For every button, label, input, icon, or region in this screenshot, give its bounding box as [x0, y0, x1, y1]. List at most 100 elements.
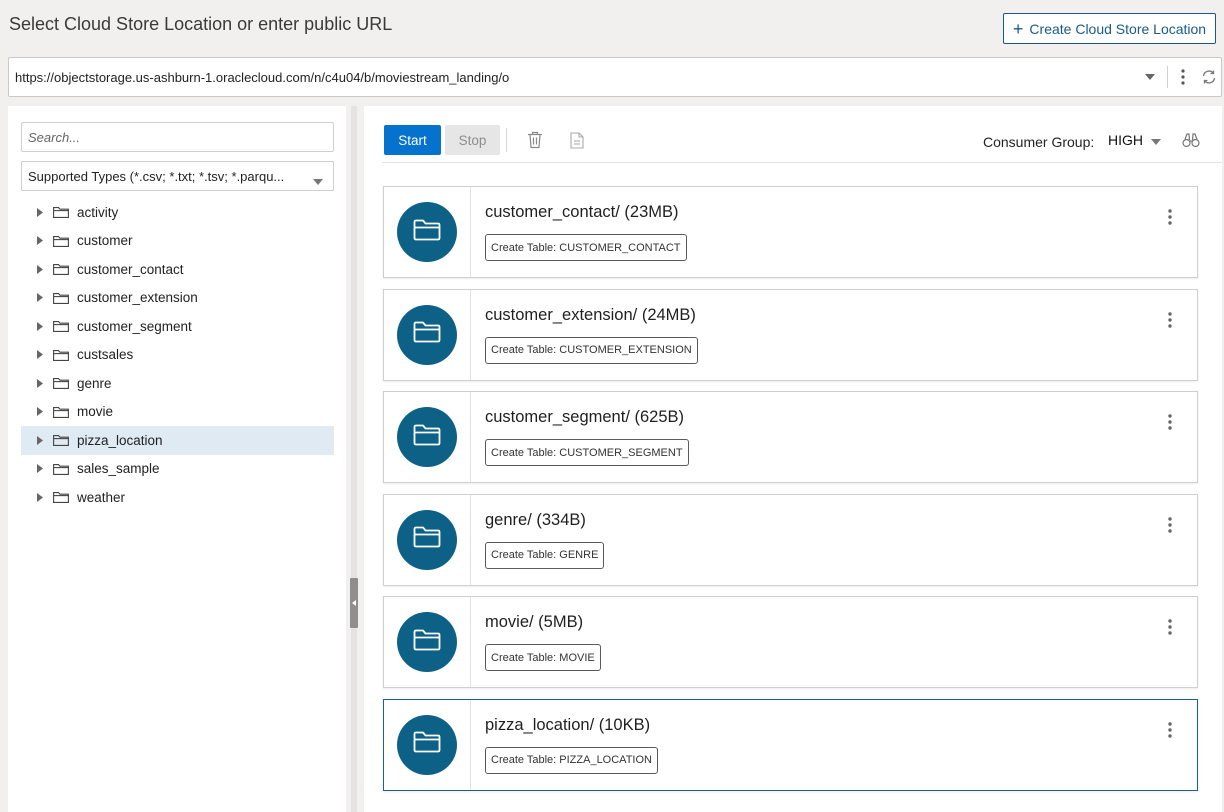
splitter-handle[interactable]: [350, 578, 358, 628]
folder-icon: [53, 206, 71, 219]
toolbar-divider-line: [382, 162, 1222, 163]
card-avatar-zone: [384, 187, 471, 277]
card-avatar-zone: [384, 392, 471, 482]
card-avatar-zone: [384, 289, 471, 380]
folder-icon: [53, 463, 71, 475]
create-table-button[interactable]: Create Table: MOVIE: [485, 644, 601, 671]
page-title: Select Cloud Store Location or enter pub…: [9, 14, 393, 34]
folder-avatar: [397, 714, 457, 775]
tree-item[interactable]: activity: [21, 198, 334, 227]
folder-card[interactable]: customer_contact/ (23MB) Create Table: CU…: [383, 186, 1198, 278]
create-table-button[interactable]: Create Table: CUSTOMER_EXTENSION: [485, 336, 698, 364]
tree-item-label: pizza_location: [77, 432, 163, 448]
folder-icon: [53, 349, 71, 361]
folder-icon: [413, 424, 441, 451]
folder-icon: [413, 321, 441, 348]
supported-types-select[interactable]: Supported Types (*.csv; *.txt; *.tsv; *.…: [21, 161, 334, 191]
chevron-down-icon: [1151, 132, 1161, 148]
left-panel: Supported Types (*.csv; *.txt; *.tsv; *.…: [8, 106, 346, 812]
card-avatar-zone: [384, 597, 471, 687]
folder-avatar: [397, 612, 457, 672]
tree-item[interactable]: weather: [21, 483, 334, 512]
folder-icon: [53, 406, 71, 418]
folder-icon: [53, 377, 71, 390]
create-button-label: Create Cloud Store Location: [1029, 20, 1207, 37]
plus-icon: +: [1012, 18, 1024, 39]
tree-item-label: customer_segment: [77, 318, 192, 334]
folder-avatar: [397, 407, 457, 467]
document-icon[interactable]: [570, 132, 584, 149]
folder-icon: [53, 235, 71, 247]
right-panel: Start Stop Consumer Group: HIGH customer…: [364, 106, 1222, 812]
tree-item-label: custsales: [77, 347, 134, 363]
tree-item-label: customer_extension: [77, 290, 198, 306]
card-title: customer_segment/ (625B): [485, 408, 685, 426]
folder-icon: [53, 320, 71, 333]
url-bar: [8, 57, 1222, 97]
tree-item-label: movie: [77, 404, 114, 420]
start-button[interactable]: Start: [384, 125, 441, 155]
card-title: customer_contact/ (23MB): [485, 203, 679, 221]
tree-item-label: activity: [77, 204, 119, 220]
folder-avatar: [397, 202, 457, 262]
refresh-icon[interactable]: [1200, 68, 1218, 86]
folder-tree: activity customer customer_contact customer…: [21, 198, 334, 512]
folder-card[interactable]: customer_extension/ (24MB) Create Table: …: [383, 288, 1198, 381]
tree-item[interactable]: customer: [21, 227, 334, 256]
expand-triangle-icon[interactable]: [37, 207, 47, 217]
search-input[interactable]: [21, 122, 334, 152]
tree-item[interactable]: sales_sample: [21, 455, 334, 484]
folder-icon: [53, 434, 71, 447]
tree-item[interactable]: customer_extension: [21, 284, 334, 313]
tree-item[interactable]: custsales: [21, 341, 334, 370]
create-cloud-store-location-button[interactable]: + Create Cloud Store Location: [1003, 13, 1216, 44]
create-table-button[interactable]: Create Table: CUSTOMER_SEGMENT: [485, 439, 689, 466]
kebab-icon[interactable]: [1165, 207, 1175, 227]
tree-item[interactable]: customer_segment: [21, 312, 334, 341]
card-title: customer_extension/ (24MB): [485, 305, 696, 324]
expand-triangle-icon[interactable]: [37, 236, 47, 246]
expand-triangle-icon[interactable]: [37, 264, 47, 274]
expand-triangle-icon[interactable]: [37, 321, 47, 331]
tree-item[interactable]: genre: [21, 369, 334, 398]
tree-item-label: sales_sample: [77, 461, 160, 477]
url-input[interactable]: [9, 58, 1137, 96]
tree-item[interactable]: movie: [21, 398, 334, 427]
url-dropdown-icon[interactable]: [1143, 70, 1157, 84]
expand-triangle-icon[interactable]: [37, 492, 47, 502]
expand-triangle-icon[interactable]: [37, 464, 47, 474]
panel-splitter[interactable]: [350, 106, 358, 812]
kebab-icon[interactable]: [1165, 310, 1175, 330]
kebab-icon[interactable]: [1165, 720, 1175, 740]
url-more-icon[interactable]: [1175, 67, 1191, 87]
expand-triangle-icon[interactable]: [37, 350, 47, 360]
url-divider: [1167, 66, 1168, 88]
stop-button[interactable]: Stop: [445, 125, 500, 155]
binoculars-icon[interactable]: [1182, 132, 1200, 148]
folder-icon: [413, 629, 441, 656]
create-table-button[interactable]: Create Table: PIZZA_LOCATION: [485, 746, 658, 774]
folder-icon: [53, 292, 71, 304]
trash-icon[interactable]: [527, 131, 543, 149]
folder-card[interactable]: movie/ (5MB) Create Table: MOVIE: [383, 596, 1198, 688]
folder-icon: [413, 731, 441, 758]
card-title: genre/ (334B): [485, 510, 586, 529]
expand-triangle-icon[interactable]: [37, 293, 47, 303]
kebab-icon[interactable]: [1165, 412, 1175, 432]
kebab-icon[interactable]: [1165, 515, 1175, 535]
expand-triangle-icon[interactable]: [37, 435, 47, 445]
tree-item[interactable]: customer_contact: [21, 255, 334, 284]
kebab-icon[interactable]: [1165, 617, 1175, 637]
folder-card[interactable]: genre/ (334B) Create Table: GENRE: [383, 493, 1198, 586]
tree-item-label: genre: [77, 375, 112, 391]
expand-triangle-icon[interactable]: [37, 378, 47, 388]
folder-avatar: [397, 509, 457, 570]
create-table-button[interactable]: Create Table: CUSTOMER_CONTACT: [485, 234, 687, 261]
expand-triangle-icon[interactable]: [37, 407, 47, 417]
tree-item[interactable]: pizza_location: [21, 426, 334, 455]
create-table-button[interactable]: Create Table: GENRE: [485, 541, 605, 569]
consumer-group-select[interactable]: HIGH: [1108, 132, 1161, 148]
folder-card[interactable]: pizza_location/ (10KB) Create Table: PIZZ…: [383, 698, 1198, 791]
folder-card[interactable]: customer_segment/ (625B) Create Table: CU…: [383, 391, 1198, 483]
chevron-down-icon: [313, 173, 323, 188]
